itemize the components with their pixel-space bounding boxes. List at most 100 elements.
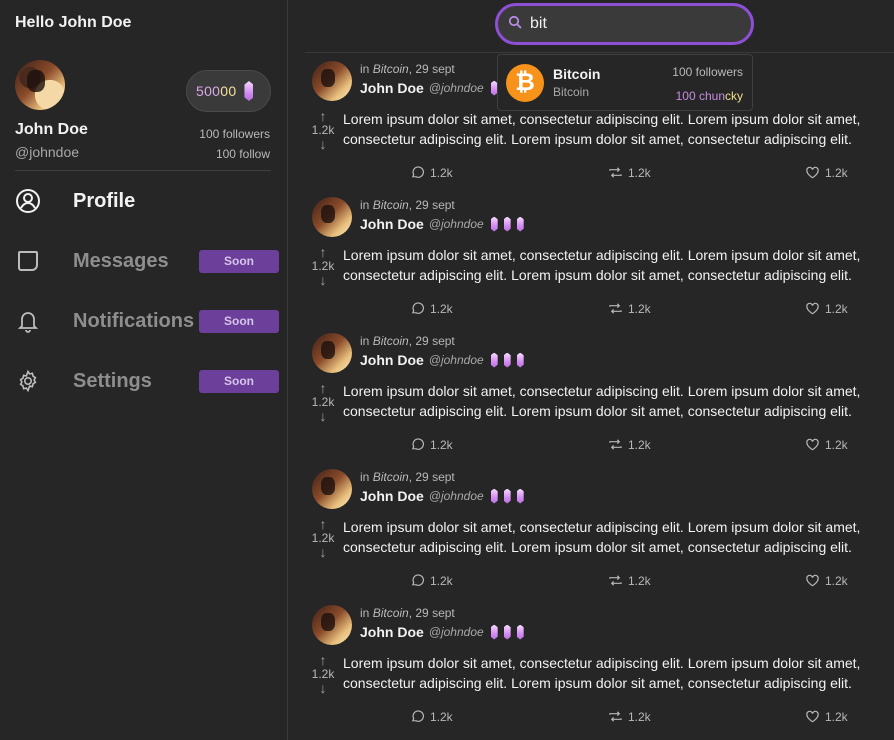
author-name[interactable]: John Doe [360, 352, 424, 368]
avatar[interactable] [312, 469, 352, 509]
community-link[interactable]: Bitcoin [373, 470, 409, 484]
nav-item-settings[interactable]: Settings Soon [15, 366, 279, 396]
crystal-icon [244, 81, 254, 101]
post-body: Lorem ipsum dolor sit amet, consectetur … [343, 383, 861, 419]
like-button[interactable]: 1.2k [805, 301, 848, 316]
like-button[interactable]: 1.2k [805, 165, 848, 180]
nav-item-profile[interactable]: Profile [15, 186, 279, 216]
community-link[interactable]: Bitcoin [373, 606, 409, 620]
post-actions: 1.2k 1.2k 1.2k [305, 301, 894, 317]
vote-control: ↑ 1.2k ↓ [311, 653, 335, 695]
community-link[interactable]: Bitcoin [373, 62, 409, 76]
sidebar: Hello John Doe 50000 John Doe @johndoe 1… [0, 0, 288, 740]
vote-control: ↑ 1.2k ↓ [311, 245, 335, 287]
user-name: John Doe [15, 121, 88, 138]
gear-icon [15, 368, 41, 394]
post-card[interactable]: in Bitcoin, 29 sept John Doe @johndoe ↑ … [305, 189, 894, 325]
post-actions: 1.2k 1.2k 1.2k [305, 437, 894, 453]
repost-button[interactable]: 1.2k [608, 301, 651, 316]
search-bar[interactable] [495, 3, 754, 45]
following-count[interactable]: 100 follow [216, 147, 270, 161]
author-name[interactable]: John Doe [360, 216, 424, 232]
crystal-icon [503, 488, 511, 504]
post-card[interactable]: in Bitcoin, 29 sept John Doe @johndoe ↑ … [305, 325, 894, 461]
community-link[interactable]: Bitcoin [373, 334, 409, 348]
comment-button[interactable]: 1.2k [410, 165, 453, 180]
search-input[interactable] [530, 15, 730, 33]
like-button[interactable]: 1.2k [805, 573, 848, 588]
repost-button[interactable]: 1.2k [608, 165, 651, 180]
avatar[interactable] [312, 61, 352, 101]
balance-pill[interactable]: 50000 [186, 70, 271, 112]
upvote-arrow-icon[interactable]: ↑ [320, 653, 327, 667]
crystal-icon [503, 624, 511, 640]
comment-button[interactable]: 1.2k [410, 301, 453, 316]
downvote-arrow-icon[interactable]: ↓ [320, 137, 327, 151]
gems [490, 216, 524, 232]
upvote-arrow-icon[interactable]: ↑ [320, 245, 327, 259]
crystal-icon [516, 488, 524, 504]
repost-icon [609, 439, 622, 450]
comment-button[interactable]: 1.2k [410, 437, 453, 452]
bell-icon [15, 308, 41, 334]
vote-count: 1.2k [311, 123, 335, 137]
repost-button[interactable]: 1.2k [608, 573, 651, 588]
post-card[interactable]: in Bitcoin, 29 sept John Doe @johndoe ↑ … [305, 461, 894, 597]
avatar[interactable] [312, 333, 352, 373]
repost-icon [609, 711, 622, 722]
comment-button[interactable]: 1.2k [410, 709, 453, 724]
vote-control: ↑ 1.2k ↓ [311, 517, 335, 559]
post-card[interactable]: in Bitcoin, 29 sept John Doe @johndoe ↑ … [305, 597, 894, 733]
user-handle: @johndoe [15, 144, 80, 160]
downvote-arrow-icon[interactable]: ↓ [320, 273, 327, 287]
heart-icon [806, 438, 819, 451]
search-result-bitcoin[interactable]: ₿ Bitcoin Bitcoin 100 followers 100 chun… [497, 54, 753, 111]
soon-badge: Soon [199, 249, 279, 273]
vote-count: 1.2k [311, 531, 335, 545]
upvote-arrow-icon[interactable]: ↑ [320, 517, 327, 531]
result-followers: 100 followers [672, 65, 743, 79]
author-name[interactable]: John Doe [360, 624, 424, 640]
vote-count: 1.2k [311, 395, 335, 409]
vote-count: 1.2k [311, 667, 335, 681]
avatar[interactable] [312, 197, 352, 237]
repost-button[interactable]: 1.2k [608, 709, 651, 724]
downvote-arrow-icon[interactable]: ↓ [320, 409, 327, 423]
post-meta: in Bitcoin, 29 sept [360, 334, 455, 348]
downvote-arrow-icon[interactable]: ↓ [320, 545, 327, 559]
crystal-icon [490, 216, 498, 232]
repost-icon [609, 303, 622, 314]
post-actions: 1.2k 1.2k 1.2k [305, 709, 894, 725]
comment-icon [411, 710, 424, 722]
author-name[interactable]: John Doe [360, 488, 424, 504]
post-meta: in Bitcoin, 29 sept [360, 470, 455, 484]
crystal-icon [490, 488, 498, 504]
avatar[interactable] [312, 605, 352, 645]
nav-label-profile: Profile [73, 189, 136, 212]
upvote-arrow-icon[interactable]: ↑ [320, 381, 327, 395]
avatar[interactable] [15, 60, 65, 110]
like-button[interactable]: 1.2k [805, 437, 848, 452]
vote-control: ↑ 1.2k ↓ [311, 381, 335, 423]
author-name[interactable]: John Doe [360, 80, 424, 96]
downvote-arrow-icon[interactable]: ↓ [320, 681, 327, 695]
nav-label-notifications: Notifications [73, 309, 195, 332]
followers-count[interactable]: 100 followers [199, 127, 270, 141]
comment-button[interactable]: 1.2k [410, 573, 453, 588]
comment-icon [411, 574, 424, 586]
nav-item-notifications[interactable]: Notifications Soon [15, 306, 279, 336]
upvote-arrow-icon[interactable]: ↑ [320, 109, 327, 123]
nav-item-messages[interactable]: Messages Soon [15, 246, 279, 276]
soon-badge: Soon [199, 369, 279, 393]
repost-button[interactable]: 1.2k [608, 437, 651, 452]
like-button[interactable]: 1.2k [805, 709, 848, 724]
result-subtitle: Bitcoin [553, 85, 590, 99]
greeting: Hello John Doe [15, 14, 132, 31]
post-author: John Doe @johndoe [360, 216, 524, 232]
community-link[interactable]: Bitcoin [373, 198, 409, 212]
author-handle: @johndoe [428, 217, 484, 231]
gems [490, 488, 524, 504]
author-handle: @johndoe [428, 353, 484, 367]
post-meta: in Bitcoin, 29 sept [360, 62, 455, 76]
post-author: John Doe @johndoe [360, 352, 524, 368]
